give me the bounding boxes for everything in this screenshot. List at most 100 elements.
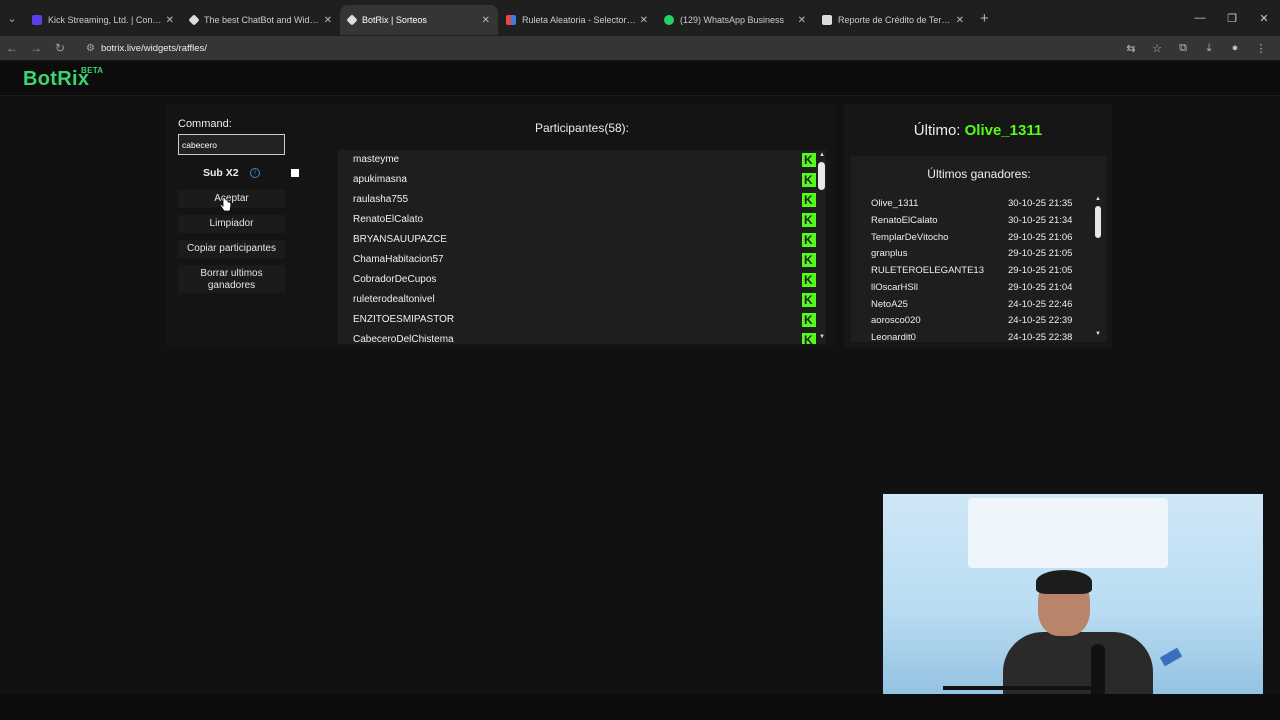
scroll-up-arrow-icon[interactable]: ▲ (1095, 196, 1101, 202)
participant-row[interactable]: ENZITOESMIPASTOR (353, 310, 816, 330)
winner-row: NetoA25 24-10-25 22:46 (871, 297, 1091, 313)
participant-name: apukimasna (353, 174, 407, 185)
browser-tab-3-active[interactable]: BotRix | Sorteos ✕ (340, 5, 498, 35)
browser-menu-icon[interactable]: ⋮ (1248, 42, 1274, 55)
tab-search-icon[interactable]: ⌄ (0, 6, 24, 30)
close-tab-icon[interactable]: ✕ (798, 15, 806, 26)
kick-icon (802, 233, 816, 247)
scroll-down-arrow-icon[interactable]: ▼ (819, 334, 825, 340)
site-header: BotRix BETA (0, 62, 1280, 96)
url-text[interactable]: botrix.live/widgets/raffles/ (101, 43, 207, 54)
winner-row: llOscarHSll 29-10-25 21:04 (871, 280, 1091, 296)
address-bar: ← → ↻ ⚙ botrix.live/widgets/raffles/ ⇆ ☆… (0, 36, 1280, 60)
bookmark-star-icon[interactable]: ☆ (1144, 42, 1170, 55)
download-icon[interactable]: ⤓ (1196, 42, 1222, 55)
participant-row[interactable]: masteyme (353, 150, 816, 170)
document-favicon-icon (822, 15, 832, 25)
participant-row[interactable]: raulasha755 (353, 190, 816, 210)
close-tab-icon[interactable]: ✕ (956, 15, 964, 26)
participants-scrollbar-thumb[interactable] (818, 162, 825, 190)
participant-name: RenatoElCalato (353, 214, 424, 225)
winner-name: llOscarHSll (871, 282, 918, 293)
winner-date: 24-10-25 22:39 (1008, 315, 1073, 326)
kick-icon (802, 273, 816, 287)
bottom-bar (0, 694, 1280, 720)
participant-name: raulasha755 (353, 194, 409, 205)
participant-row[interactable]: ruleterodealtonivel (353, 290, 816, 310)
winner-date: 30-10-25 21:35 (1008, 198, 1073, 209)
clear-button[interactable]: Limpiador (178, 215, 285, 233)
kick-icon (802, 253, 816, 267)
close-tab-icon[interactable]: ✕ (482, 15, 490, 26)
participant-row[interactable]: RenatoElCalato (353, 210, 816, 230)
command-input[interactable] (178, 134, 285, 155)
winner-name: RenatoElCalato (871, 215, 938, 226)
browser-tab-bar: ⌄ Kick Streaming, Ltd. | Configura ✕ The… (0, 0, 1280, 36)
winner-name: RULETEROELEGANTE13 (871, 265, 984, 276)
close-tab-icon[interactable]: ✕ (640, 15, 648, 26)
whiteboard-image (968, 498, 1168, 568)
roulette-favicon-icon (506, 15, 516, 25)
winner-row: Olive_1311 30-10-25 21:35 (871, 196, 1091, 212)
beta-badge: BETA (81, 66, 104, 75)
participants-title: Participantes(58): (534, 121, 630, 135)
copy-participants-button[interactable]: Copiar participantes (178, 240, 285, 258)
browser-tab-6[interactable]: Reporte de Crédito de Terceros ✕ (814, 5, 972, 35)
browser-tab-2[interactable]: The best ChatBot and Widgets ✕ (182, 5, 340, 35)
kick-favicon-icon (32, 15, 42, 25)
profile-avatar-icon[interactable]: ● (1222, 42, 1248, 54)
close-window-icon[interactable]: ✕ (1248, 12, 1280, 25)
hand-cursor-icon (220, 196, 232, 212)
participant-name: ruleterodealtonivel (353, 294, 435, 305)
close-tab-icon[interactable]: ✕ (166, 15, 174, 26)
winner-row: RenatoElCalato 30-10-25 21:34 (871, 213, 1091, 229)
winner-date: 29-10-25 21:05 (1008, 248, 1073, 259)
translate-icon[interactable]: ⇆ (1118, 42, 1144, 55)
participant-row[interactable]: CobradorDeCupos (353, 270, 816, 290)
tab-title: Kick Streaming, Ltd. | Configura (48, 15, 162, 25)
kick-icon (802, 153, 816, 167)
kick-icon (802, 213, 816, 227)
scroll-up-arrow-icon[interactable]: ▲ (819, 152, 825, 158)
browser-tab-4[interactable]: Ruleta Aleatoria - Selector Pers ✕ (498, 5, 656, 35)
delete-winners-button[interactable]: Borrar ultimos ganadores (178, 265, 285, 293)
extensions-icon[interactable]: ⧉ (1170, 42, 1196, 55)
restore-icon[interactable]: ❐ (1216, 12, 1248, 25)
browser-tab-5[interactable]: (129) WhatsApp Business ✕ (656, 5, 814, 35)
participant-row[interactable]: BRYANSAUUPAZCE (353, 230, 816, 250)
winners-scrollbar-thumb[interactable] (1095, 206, 1101, 238)
botrix-logo[interactable]: BotRix BETA (23, 66, 103, 91)
forward-icon[interactable]: → (24, 41, 48, 55)
kick-icon (802, 293, 816, 307)
participant-name: ChamaHabitacion57 (353, 254, 444, 265)
site-info-icon[interactable]: ⚙ (86, 43, 95, 54)
winner-name: granplus (871, 248, 908, 259)
close-tab-icon[interactable]: ✕ (324, 15, 332, 26)
participant-row[interactable]: CabeceroDelChistema (353, 330, 816, 344)
botrix-favicon-icon (188, 14, 200, 26)
participant-row[interactable]: ChamaHabitacion57 (353, 250, 816, 270)
scroll-down-arrow-icon[interactable]: ▼ (1095, 331, 1101, 337)
participants-list[interactable]: masteyme apukimasna raulasha755 RenatoEl… (338, 150, 826, 344)
winner-date: 29-10-25 21:04 (1008, 282, 1073, 293)
participant-row[interactable]: apukimasna (353, 170, 816, 190)
back-icon[interactable]: ← (0, 41, 24, 55)
last-winner-name: Olive_1311 (964, 122, 1043, 139)
tab-title: The best ChatBot and Widgets (204, 15, 320, 25)
winner-name: Olive_1311 (871, 198, 919, 209)
reload-icon[interactable]: ↻ (48, 41, 72, 55)
winner-date: 29-10-25 21:05 (1008, 265, 1073, 276)
address-actions: ⇆ ☆ ⧉ ⤓ ● ⋮ (1118, 36, 1274, 60)
new-tab-icon[interactable]: + (980, 10, 989, 27)
sub-x2-label: Sub X2 (203, 167, 239, 179)
tab-title: Reporte de Crédito de Terceros (838, 15, 952, 25)
browser-tab-1[interactable]: Kick Streaming, Ltd. | Configura ✕ (24, 5, 182, 35)
participant-name: masteyme (353, 154, 400, 165)
minimize-icon[interactable]: — (1184, 12, 1216, 24)
sub-x2-checkbox[interactable] (291, 169, 299, 177)
info-icon[interactable]: i (250, 168, 260, 178)
winner-row: granplus 29-10-25 21:05 (871, 246, 1091, 262)
winners-title: Últimos ganadores: (927, 167, 1031, 181)
webcam-overlay (883, 494, 1263, 706)
command-label: Command: (178, 118, 232, 130)
